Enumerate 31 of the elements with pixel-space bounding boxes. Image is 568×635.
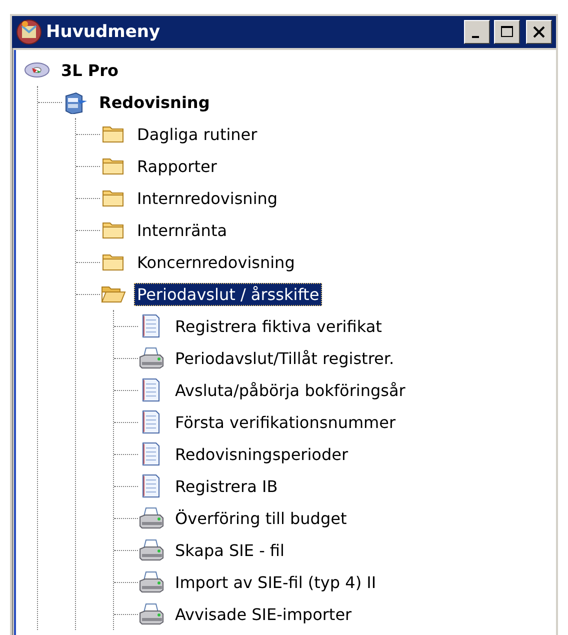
close-icon bbox=[531, 25, 547, 39]
printer-icon bbox=[138, 538, 164, 562]
tree-item[interactable]: 3L Pro bbox=[58, 58, 122, 82]
minimize-icon bbox=[472, 36, 479, 38]
app-icon bbox=[16, 19, 42, 45]
tree-item[interactable]: Registrera IB bbox=[172, 474, 281, 498]
tree-item[interactable]: Periodavslut/Tillåt registrer. bbox=[172, 346, 398, 370]
tree-item[interactable]: Redovisning bbox=[96, 90, 213, 114]
tree-item[interactable]: Periodavslut / årsskifte bbox=[134, 282, 322, 306]
minimize-button[interactable] bbox=[464, 20, 490, 44]
printer-icon bbox=[138, 602, 164, 626]
tree-item[interactable]: Överföring till budget bbox=[172, 506, 350, 530]
close-button[interactable] bbox=[526, 20, 552, 44]
tree-item[interactable]: Internränta bbox=[134, 218, 230, 242]
tree-item[interactable]: Avvisade SIE-importer bbox=[172, 602, 355, 626]
tree-item[interactable]: Avsluta/påbörja bokföringsår bbox=[172, 378, 408, 402]
maximize-icon bbox=[499, 25, 515, 39]
printer-icon bbox=[138, 570, 164, 594]
tree-item[interactable]: Internredovisning bbox=[134, 186, 281, 210]
tree-item[interactable]: Import av SIE-fil (typ 4) II bbox=[172, 570, 380, 594]
tree-item[interactable]: Skapa SIE - fil bbox=[172, 538, 288, 562]
tree-item[interactable]: Redovisningsperioder bbox=[172, 442, 352, 466]
window-title: Huvudmeny bbox=[46, 22, 162, 42]
printer-icon bbox=[138, 346, 164, 370]
printer-icon bbox=[138, 506, 164, 530]
tree-item[interactable]: Registrera fiktiva verifikat bbox=[172, 314, 385, 338]
tree-item[interactable]: Koncernredovisning bbox=[134, 250, 298, 274]
maximize-button[interactable] bbox=[494, 20, 520, 44]
tree-item[interactable]: Rapporter bbox=[134, 154, 220, 178]
tree-item[interactable]: Första verifikationsnummer bbox=[172, 410, 399, 434]
tree-item[interactable]: Dagliga rutiner bbox=[134, 122, 260, 146]
